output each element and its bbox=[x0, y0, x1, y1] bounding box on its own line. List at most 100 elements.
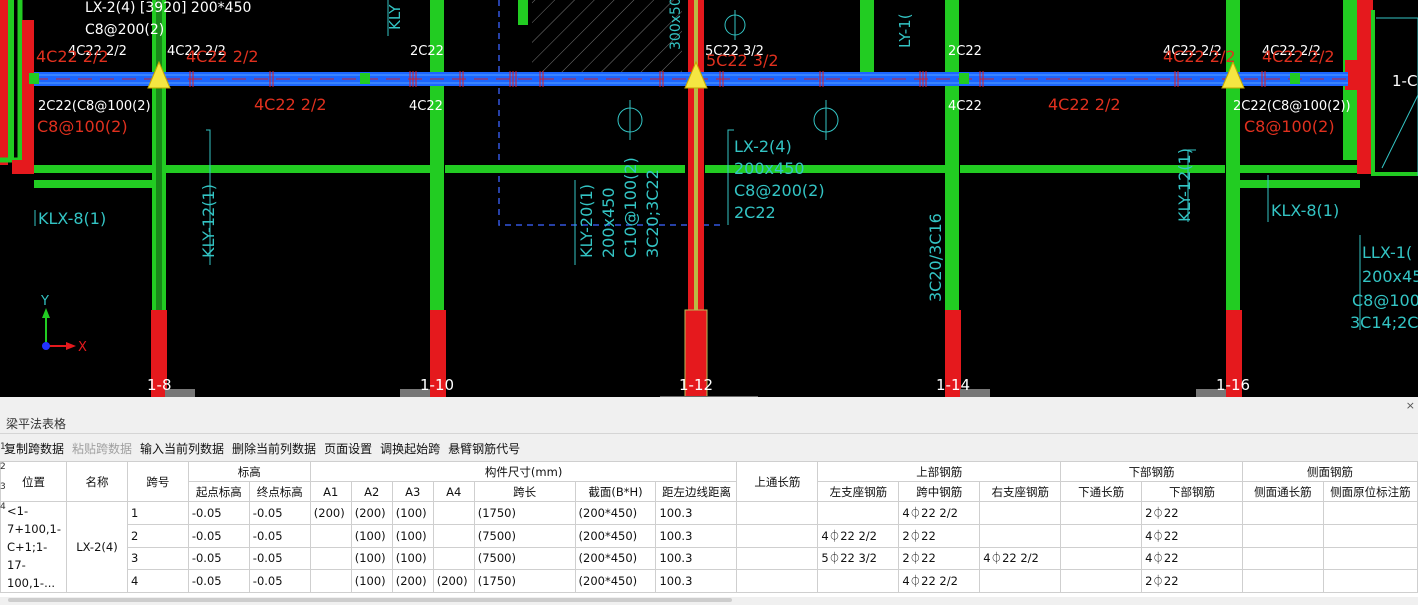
cad-label: 4C22 2/2 bbox=[1163, 47, 1236, 66]
cell-a4[interactable] bbox=[432, 546, 475, 571]
cell-b_main[interactable]: 2⏀22 bbox=[1141, 501, 1243, 525]
cell-start[interactable]: -0.05 bbox=[187, 501, 250, 525]
cell-sec[interactable]: (200*450) bbox=[574, 546, 657, 571]
cell-position[interactable]: <1-7+100,1-C+1;1-17-100,1-... bbox=[0, 501, 67, 593]
table-body: <1-7+100,1-C+1;1-17-100,1-... LX-2(4) 1 -0.… bbox=[0, 501, 1418, 593]
cell-s_through[interactable] bbox=[1241, 523, 1324, 548]
cell-off[interactable]: 100.3 bbox=[655, 569, 738, 593]
cell-right[interactable] bbox=[979, 523, 1062, 548]
toolbar-button[interactable]: 输入当前列数据 bbox=[136, 440, 228, 458]
cell-s_through[interactable] bbox=[1241, 501, 1324, 525]
horizontal-scrollbar[interactable] bbox=[8, 598, 732, 602]
table-row[interactable]: <1-7+100,1-C+1;1-17-100,1-... LX-2(4) 1 -0.… bbox=[0, 501, 1418, 593]
cell-s_place[interactable] bbox=[1322, 569, 1418, 593]
cell-span[interactable]: 2 bbox=[126, 523, 189, 548]
col-left-seat: 左支座钢筋 bbox=[817, 481, 900, 502]
cell-a4[interactable] bbox=[432, 523, 475, 548]
cell-off[interactable]: 100.3 bbox=[655, 546, 738, 571]
cell-a2[interactable]: (200) bbox=[350, 501, 393, 525]
cell-mid[interactable]: 4⏀22 2/2 bbox=[898, 569, 981, 593]
cell-off[interactable]: 100.3 bbox=[655, 523, 738, 548]
cell-left[interactable] bbox=[817, 569, 900, 593]
cell-s_through[interactable] bbox=[1241, 546, 1324, 571]
axis-x-label: X bbox=[78, 340, 87, 355]
table-row[interactable]: 2 -0.05 -0.05 (100) (100) (7500) (200*450) 100.… bbox=[1, 523, 1418, 548]
cell-a2[interactable]: (100) bbox=[350, 523, 393, 548]
cell-a3[interactable]: (100) bbox=[391, 546, 434, 571]
cell-b_through[interactable] bbox=[1060, 569, 1143, 593]
toolbar-button[interactable]: 删除当前列数据 bbox=[228, 440, 320, 458]
col-start-elev: 起点标高 bbox=[187, 481, 250, 502]
cell-name[interactable]: LX-2(4) bbox=[65, 501, 128, 593]
cell-mid[interactable]: 4⏀22 2/2 bbox=[898, 501, 981, 525]
cell-b_through[interactable] bbox=[1060, 501, 1143, 525]
cell-b_through[interactable] bbox=[1060, 546, 1143, 571]
cell-a1[interactable] bbox=[309, 546, 352, 571]
toolbar-button[interactable]: 复制跨数据 bbox=[0, 440, 68, 458]
cell-top_through[interactable] bbox=[736, 569, 819, 593]
cell-a1[interactable]: (200) bbox=[309, 501, 352, 525]
cell-end[interactable]: -0.05 bbox=[248, 546, 311, 571]
cell-a3[interactable]: (100) bbox=[391, 523, 434, 548]
cell-mid[interactable]: 2⏀22 bbox=[898, 546, 981, 571]
cell-a2[interactable]: (100) bbox=[350, 546, 393, 571]
cell-sec[interactable]: (200*450) bbox=[574, 501, 657, 525]
cell-off[interactable]: 100.3 bbox=[655, 501, 738, 525]
cell-end[interactable]: -0.05 bbox=[248, 523, 311, 548]
cell-b_main[interactable]: 4⏀22 bbox=[1141, 546, 1243, 571]
cell-mid[interactable]: 2⏀22 bbox=[898, 523, 981, 548]
cell-a2[interactable]: (100) bbox=[350, 569, 393, 593]
right-outline bbox=[1376, 17, 1418, 176]
cell-top_through[interactable] bbox=[736, 546, 819, 571]
table-row[interactable]: 4 -0.05 -0.05 (100) (200) (200) (1750) (200*450… bbox=[1, 569, 1418, 593]
toolbar-button[interactable]: 调换起始跨 bbox=[376, 440, 444, 458]
cell-end[interactable]: -0.05 bbox=[248, 569, 311, 593]
left-wall bbox=[0, 0, 8, 165]
cell-b_through[interactable] bbox=[1060, 523, 1143, 548]
cell-start[interactable]: -0.05 bbox=[187, 523, 250, 548]
cad-label: 1-14 bbox=[936, 376, 970, 394]
cell-sec[interactable]: (200*450) bbox=[574, 569, 657, 593]
cell-a4[interactable] bbox=[432, 501, 475, 525]
cell-end[interactable]: -0.05 bbox=[248, 501, 311, 525]
row-markers: 1 2 3 4 bbox=[0, 437, 6, 517]
cell-s_through[interactable] bbox=[1241, 569, 1324, 593]
cell-a3[interactable]: (200) bbox=[391, 569, 434, 593]
cell-top_through[interactable] bbox=[736, 501, 819, 525]
cell-len[interactable]: (7500) bbox=[473, 523, 576, 548]
cell-start[interactable]: -0.05 bbox=[187, 569, 250, 593]
cell-left[interactable] bbox=[817, 501, 900, 525]
cell-len[interactable]: (7500) bbox=[473, 546, 576, 571]
cell-left[interactable]: 5⏀22 3/2 bbox=[817, 546, 900, 571]
cad-annotations: LX-2(4) [3920] 200*450 C8@200(2) 4C22 2/2 4… bbox=[36, 0, 1418, 394]
cell-right[interactable] bbox=[979, 501, 1062, 525]
cell-s_place[interactable] bbox=[1322, 546, 1418, 571]
cell-s_place[interactable] bbox=[1322, 523, 1418, 548]
cell-sec[interactable]: (200*450) bbox=[574, 523, 657, 548]
table-row[interactable]: 3 -0.05 -0.05 (100) (100) (7500) (200*450) 100.… bbox=[1, 546, 1418, 571]
cell-len[interactable]: (1750) bbox=[473, 501, 576, 525]
cell-start[interactable]: -0.05 bbox=[187, 546, 250, 571]
cad-label: KLX-8(1) bbox=[1271, 201, 1339, 220]
cell-b_main[interactable]: 2⏀22 bbox=[1141, 569, 1243, 593]
cell-a3[interactable]: (100) bbox=[391, 501, 434, 525]
close-icon[interactable]: × bbox=[1406, 399, 1415, 412]
cell-top_through[interactable] bbox=[736, 523, 819, 548]
cell-s_place[interactable] bbox=[1322, 501, 1418, 525]
cell-a4[interactable]: (200) bbox=[432, 569, 475, 593]
cell-a1[interactable] bbox=[309, 523, 352, 548]
cell-right[interactable] bbox=[979, 569, 1062, 593]
cell-span[interactable]: 3 bbox=[126, 546, 189, 571]
cad-canvas[interactable]: Y X LX-2(4) [3920] 200*450 C8@200(2) 4C22 … bbox=[0, 0, 1418, 397]
cell-b_main[interactable]: 4⏀22 bbox=[1141, 523, 1243, 548]
cell-len[interactable]: (1750) bbox=[473, 569, 576, 593]
beam-table-panel: × 梁平法表格 复制跨数据 粘贴跨数据 输入当前列数据 删除当前列数据 页面设置 调换起始… bbox=[0, 397, 1418, 605]
cell-left[interactable]: 4⏀22 2/2 bbox=[817, 523, 900, 548]
toolbar-button[interactable]: 悬臂钢筋代号 bbox=[444, 440, 524, 458]
cell-span[interactable]: 4 bbox=[126, 569, 189, 593]
cell-right[interactable]: 4⏀22 2/2 bbox=[979, 546, 1062, 571]
cell-span[interactable]: 1 bbox=[126, 501, 189, 525]
col-elevation: 标高 bbox=[187, 461, 311, 482]
toolbar-button[interactable]: 页面设置 bbox=[320, 440, 376, 458]
cell-a1[interactable] bbox=[309, 569, 352, 593]
